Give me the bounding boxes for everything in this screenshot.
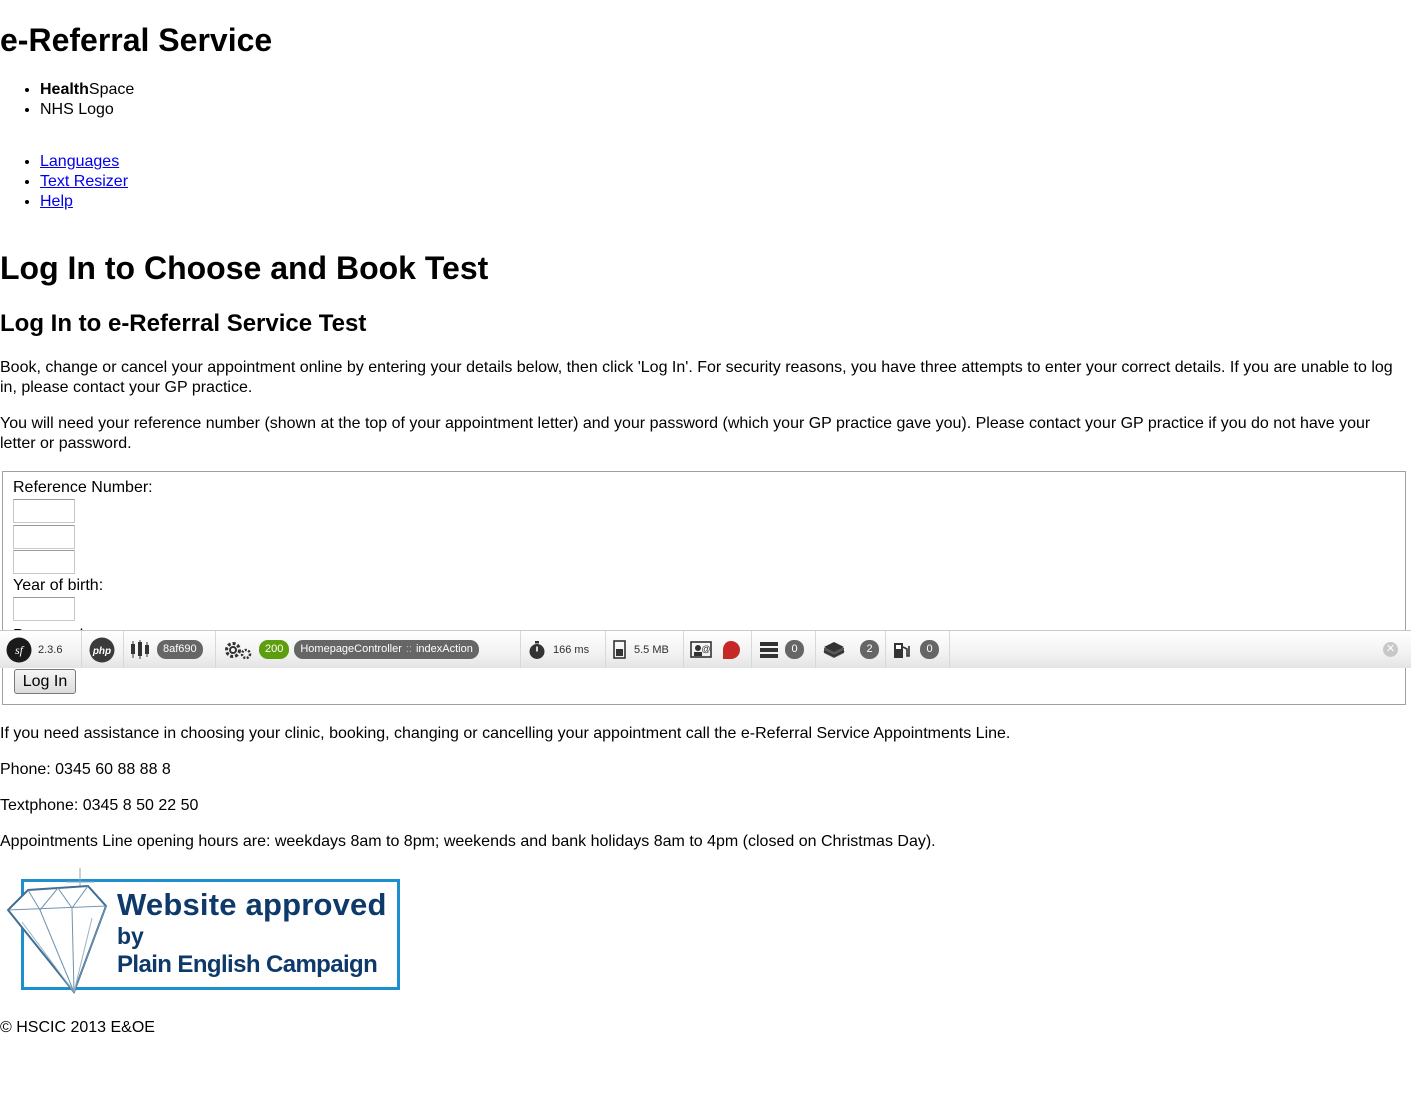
symfony-logo-icon: sf xyxy=(6,637,32,662)
fuel-pump-icon xyxy=(894,642,910,658)
phone-number: Phone: 0345 60 88 88 8 xyxy=(0,761,171,778)
memory-icon xyxy=(613,639,626,659)
sub-heading: Log In to e-Referral Service Test xyxy=(0,310,367,337)
php-icon: php xyxy=(89,637,115,662)
user-icon: @ xyxy=(690,640,712,658)
toolbar-memory[interactable]: 5.5 MB xyxy=(606,631,684,668)
mailer-count: 0 xyxy=(920,640,939,659)
security-status-icon xyxy=(723,640,740,659)
intro-paragraph-1: Book, change or cancel your appointment … xyxy=(0,359,1393,396)
twig-count: 2 xyxy=(860,640,879,659)
toolbar-database[interactable]: 0 xyxy=(752,631,816,668)
help-link[interactable]: Help xyxy=(40,193,73,210)
intro-paragraph-2: You will need your reference number (sho… xyxy=(0,415,1371,452)
diamond-icon xyxy=(6,868,108,994)
textphone-number: Textphone: 0345 8 50 22 50 xyxy=(0,797,199,814)
reference-number-label: Reference Number: xyxy=(13,479,153,496)
login-form xyxy=(2,471,1406,705)
nhs-logo: NHS Logo xyxy=(40,100,134,120)
timeline-icon xyxy=(131,639,149,659)
log-in-button[interactable]: Log In xyxy=(14,669,76,694)
toolbar-twig[interactable]: 2 xyxy=(816,631,886,668)
token-badge: 8af690 xyxy=(157,640,203,659)
toolbar-security[interactable]: @ xyxy=(684,631,752,668)
toolbar-request[interactable]: 200 HomepageController:: indexAction xyxy=(216,631,521,668)
svg-text:@: @ xyxy=(701,644,710,654)
badge-campaign: Plain English Campaign xyxy=(117,951,378,978)
brand-list: HealthSpace NHS Logo xyxy=(0,80,134,120)
debug-toolbar: sf 2.3.6 php 8af690 200 HomepageControll… xyxy=(0,630,1411,668)
twig-icon xyxy=(823,641,845,658)
database-icon xyxy=(760,641,778,658)
badge-by: by xyxy=(117,923,144,949)
footer-copyright: © HSCIC 2013 E&OE xyxy=(0,1019,155,1036)
site-title: e-Referral Service xyxy=(0,22,273,58)
close-toolbar-icon[interactable]: ✕ xyxy=(1383,642,1398,657)
svg-text:php: php xyxy=(92,646,111,657)
toolbar-token[interactable]: 8af690 xyxy=(124,631,216,668)
badge-title: Website approved xyxy=(117,887,387,922)
toolbar-php[interactable]: php xyxy=(82,631,124,668)
toolbar-time[interactable]: 166 ms xyxy=(521,631,606,668)
db-query-count: 0 xyxy=(785,640,804,659)
gears-icon xyxy=(225,641,252,659)
page: e-Referral Service HealthSpace NHS Logo … xyxy=(0,0,1411,1093)
utility-links: Languages Text Resizer Help xyxy=(0,152,128,212)
toolbar-mailer[interactable]: 0 xyxy=(886,631,950,668)
year-of-birth-input[interactable] xyxy=(13,597,75,621)
reference-number-input-1[interactable] xyxy=(13,499,75,523)
page-heading: Log In to Choose and Book Test xyxy=(0,250,489,286)
status-code-badge: 200 xyxy=(259,640,290,659)
year-of-birth-label: Year of birth: xyxy=(13,577,104,594)
time-value: 166 ms xyxy=(553,643,590,656)
opening-hours: Appointments Line opening hours are: wee… xyxy=(0,833,936,850)
controller-badge: HomepageController:: indexAction xyxy=(294,640,479,659)
reference-number-input-3[interactable] xyxy=(13,550,75,574)
reference-number-input-2[interactable] xyxy=(13,525,75,549)
toolbar-symfony[interactable]: sf 2.3.6 xyxy=(0,631,82,668)
text-resizer-link[interactable]: Text Resizer xyxy=(40,173,128,190)
assistance-text: If you need assistance in choosing your … xyxy=(0,725,1011,742)
brand-healthspace: HealthSpace xyxy=(40,80,134,100)
stopwatch-icon xyxy=(529,640,545,659)
symfony-version: 2.3.6 xyxy=(38,643,63,656)
languages-link[interactable]: Languages xyxy=(40,153,119,170)
memory-value: 5.5 MB xyxy=(634,643,669,656)
